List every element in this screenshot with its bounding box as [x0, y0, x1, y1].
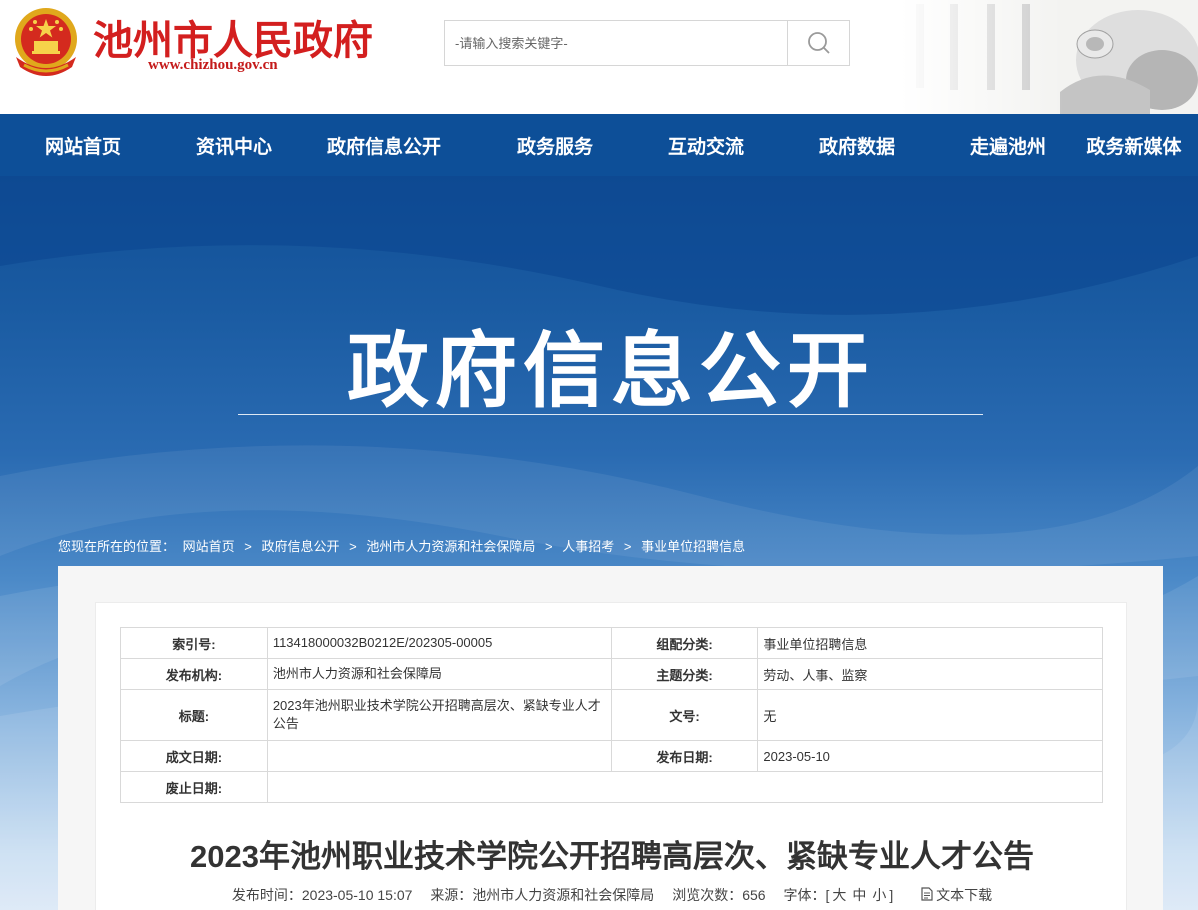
search-button[interactable]	[787, 21, 849, 65]
site-header: 池州市人民政府 www.chizhou.gov.cn	[0, 0, 1198, 114]
breadcrumb-institution-hiring[interactable]: 事业单位招聘信息	[641, 536, 745, 555]
decorative-poem-painting	[900, 0, 1198, 114]
breadcrumb-separator: >	[623, 539, 632, 554]
nav-item-interaction[interactable]: 互动交流	[644, 114, 768, 176]
source-value: 池州市人力资源和社会保障局	[472, 887, 655, 903]
text-download-button[interactable]: 文本下载	[921, 885, 992, 905]
nav-item-gov-service[interactable]: 政务服务	[466, 114, 644, 176]
breadcrumb-home[interactable]: 网站首页	[183, 536, 235, 555]
source-label: 来源：	[430, 887, 473, 903]
banner-divider	[238, 414, 983, 415]
publisher-label: 发布机构:	[120, 658, 268, 690]
metadata-table: 索引号: 113418000032B0212E/202305-00005 组配分…	[120, 627, 1104, 803]
breadcrumb-separator: >	[244, 539, 252, 554]
category-label: 组配分类:	[610, 627, 759, 659]
created-date-value	[266, 740, 612, 772]
nav-item-new-media[interactable]: 政务新媒体	[1070, 114, 1198, 176]
docno-label: 文号:	[610, 689, 759, 741]
views-value: 656	[742, 887, 766, 903]
national-emblem-icon[interactable]	[10, 5, 82, 81]
font-medium-button[interactable]: 中	[852, 885, 866, 905]
published-date-label: 发布日期:	[610, 740, 759, 772]
nav-item-gov-data[interactable]: 政府数据	[768, 114, 946, 176]
views-label: 浏览次数：	[672, 887, 743, 903]
breadcrumb-gov-info[interactable]: 政府信息公开	[262, 536, 340, 555]
article-info-bar: 发布时间：2023-05-10 15:07 来源：池州市人力资源和社会保障局 浏…	[96, 885, 1128, 905]
font-size-label: 字体：	[783, 887, 826, 903]
table-row: 发布机构: 池州市人力资源和社会保障局 主题分类: 劳动、人事、监察	[120, 658, 1103, 690]
breadcrumb-recruitment[interactable]: 人事招考	[562, 536, 614, 555]
title-label: 标题:	[120, 689, 268, 741]
category-value: 事业单位招聘信息	[757, 627, 1103, 659]
publish-time-value: 2023-05-10 15:07	[301, 887, 413, 903]
font-bracket-open: [	[825, 887, 830, 903]
breadcrumb-prefix: 您现在所在的位置：	[58, 539, 176, 554]
nav-item-explore[interactable]: 走遍池州	[946, 114, 1070, 176]
text-download-label: 文本下载	[936, 887, 993, 903]
publisher-value: 池州市人力资源和社会保障局	[266, 658, 612, 690]
font-bracket-close: ]	[889, 887, 894, 903]
table-row: 成文日期: 发布日期: 2023-05-10	[120, 740, 1103, 772]
main-nav: 网站首页 资讯中心 政府信息公开 政务服务 互动交流 政府数据 走遍池州 政务新…	[0, 114, 1198, 176]
docno-value: 无	[757, 689, 1103, 741]
nav-item-gov-info[interactable]: 政府信息公开	[302, 114, 466, 176]
nav-item-home[interactable]: 网站首页	[0, 114, 166, 176]
search-box	[444, 20, 850, 66]
topic-label: 主题分类:	[610, 658, 759, 690]
article-title: 2023年池州职业技术学院公开招聘高层次、紧缺专业人才公告	[190, 839, 1034, 874]
article-container: 索引号: 113418000032B0212E/202305-00005 组配分…	[95, 602, 1127, 910]
publish-time-label: 发布时间：	[231, 887, 302, 903]
topic-value: 劳动、人事、监察	[757, 658, 1103, 690]
nav-item-news[interactable]: 资讯中心	[166, 114, 302, 176]
table-row: 标题: 2023年池州职业技术学院公开招聘高层次、紧缺专业人才公告 文号: 无	[120, 689, 1103, 741]
breadcrumb-hr-bureau[interactable]: 池州市人力资源和社会保障局	[366, 536, 535, 555]
font-small-button[interactable]: 小	[872, 885, 886, 905]
expiry-date-value	[266, 771, 1104, 803]
document-icon	[921, 887, 933, 901]
index-value: 113418000032B0212E/202305-00005	[266, 627, 612, 659]
breadcrumb-separator: >	[349, 539, 357, 554]
content-panel: 索引号: 113418000032B0212E/202305-00005 组配分…	[58, 566, 1163, 910]
table-row: 废止日期:	[120, 771, 1104, 803]
title-value: 2023年池州职业技术学院公开招聘高层次、紧缺专业人才公告	[266, 689, 612, 741]
search-input[interactable]	[445, 21, 787, 65]
published-date-value: 2023-05-10	[757, 740, 1103, 772]
banner-title: 政府信息公开	[346, 326, 875, 417]
breadcrumb-separator: >	[545, 539, 553, 554]
created-date-label: 成文日期:	[120, 740, 268, 772]
index-label: 索引号:	[120, 627, 268, 659]
expiry-date-label: 废止日期:	[120, 771, 268, 803]
table-row: 索引号: 113418000032B0212E/202305-00005 组配分…	[120, 627, 1103, 659]
breadcrumb: 您现在所在的位置： 网站首页 > 政府信息公开 > 池州市人力资源和社会保障局 …	[58, 536, 745, 555]
search-icon	[807, 32, 830, 54]
site-url: www.chizhou.gov.cn	[148, 57, 278, 73]
font-large-button[interactable]: 大	[832, 885, 846, 905]
